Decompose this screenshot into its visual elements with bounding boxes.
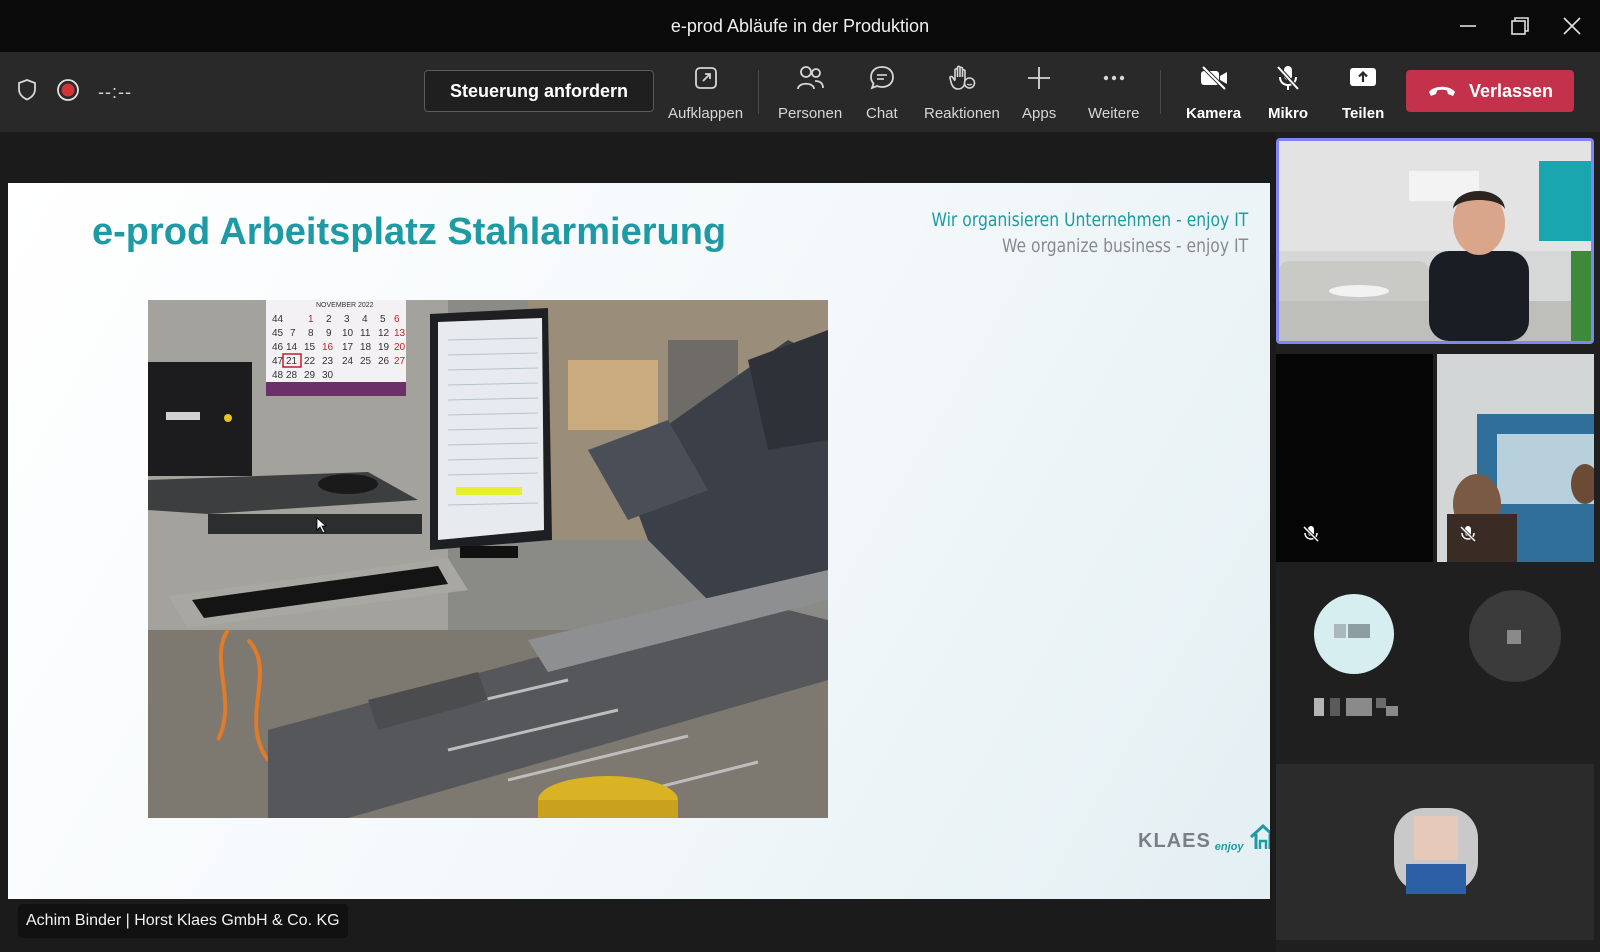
presentation-slide: e-prod Arbeitsplatz Stahlarmierung Wir o… (8, 183, 1270, 899)
svg-text:14: 14 (286, 342, 298, 353)
svg-text:21: 21 (286, 356, 298, 367)
workstation-photo: NOVEMBER 2022 44 45 46 47 48 123456 7 8 9 10 11 1… (148, 300, 828, 818)
svg-text:27: 27 (394, 356, 406, 367)
recording-icon (56, 78, 80, 107)
raise-hand-icon (949, 65, 976, 90)
klaes-logo: KLAES enjoy (1138, 823, 1270, 853)
svg-text:47: 47 (272, 356, 284, 367)
svg-text:6: 6 (394, 314, 400, 325)
svg-text:24: 24 (342, 356, 354, 367)
toolbar-divider (1160, 70, 1161, 114)
share-icon (1350, 68, 1377, 86)
house-logo-icon (1249, 823, 1270, 849)
minimize-icon[interactable] (1442, 0, 1494, 52)
participant-avatar-blurred[interactable] (1276, 582, 1433, 732)
slide-title: e-prod Arbeitsplatz Stahlarmierung (92, 211, 727, 253)
svg-text:5: 5 (380, 314, 386, 325)
presenter-name-tag: Achim Binder | Horst Klaes GmbH & Co. KG (18, 904, 348, 938)
people-icon (797, 66, 825, 90)
pop-out-icon (694, 67, 717, 89)
meeting-toolbar: --:-- Steuerung anfordern Aufklappen Per… (0, 52, 1600, 132)
svg-text:1: 1 (308, 314, 314, 325)
restore-icon[interactable] (1494, 0, 1546, 52)
svg-text:16: 16 (322, 342, 334, 353)
toolbar-divider (758, 70, 759, 114)
svg-text:2: 2 (326, 314, 332, 325)
leave-button[interactable]: Verlassen (1406, 70, 1574, 112)
leave-label: Verlassen (1468, 80, 1554, 101)
svg-text:9: 9 (326, 328, 332, 339)
svg-text:10: 10 (342, 328, 354, 339)
svg-text:45: 45 (272, 328, 284, 339)
logo-sub: enjoy (1214, 841, 1244, 853)
more-label: Weitere (1088, 105, 1140, 122)
mic-off-icon (1276, 65, 1300, 91)
people-label: Personen (778, 105, 843, 122)
svg-text:18: 18 (360, 342, 372, 353)
title-bar: e-prod Abläufe in der Produktion (0, 0, 1600, 52)
svg-text:26: 26 (378, 356, 390, 367)
svg-text:13: 13 (394, 328, 406, 339)
reactions-button[interactable]: Reaktionen (924, 64, 1000, 122)
participant-avatar-blurred[interactable] (1437, 582, 1594, 732)
svg-text:19: 19 (378, 342, 390, 353)
chat-label: Chat (866, 105, 898, 122)
svg-text:30: 30 (322, 370, 334, 381)
svg-text:25: 25 (360, 356, 372, 367)
apps-label: Apps (1022, 105, 1057, 122)
svg-text:7: 7 (290, 328, 296, 339)
shared-content-stage: e-prod Arbeitsplatz Stahlarmierung Wir o… (0, 132, 1276, 952)
svg-text:28: 28 (286, 370, 298, 381)
meeting-timer: --:-- (98, 81, 132, 102)
svg-text:22: 22 (304, 356, 316, 367)
hang-up-icon (1428, 86, 1455, 96)
svg-text:3: 3 (344, 314, 350, 325)
svg-text:29: 29 (304, 370, 316, 381)
camera-off-icon (1200, 65, 1227, 91)
reactions-label: Reaktionen (924, 105, 1000, 122)
mic-label: Mikro (1268, 105, 1309, 122)
logo-brand: KLAES (1138, 830, 1211, 852)
share-button[interactable]: Teilen (1342, 64, 1384, 122)
camera-button[interactable]: Kamera (1186, 64, 1241, 122)
share-label: Teilen (1342, 105, 1385, 122)
svg-text:17: 17 (342, 342, 354, 353)
more-icon (1103, 75, 1124, 81)
svg-text:11: 11 (360, 328, 371, 339)
camera-label: Kamera (1186, 105, 1242, 122)
more-button[interactable]: Weitere (1088, 64, 1139, 122)
svg-text:8: 8 (308, 328, 314, 339)
request-control-button[interactable]: Steuerung anfordern (424, 70, 654, 112)
svg-text:15: 15 (304, 342, 316, 353)
people-button[interactable]: Personen (778, 64, 842, 122)
pop-out-label: Aufklappen (668, 105, 744, 122)
chat-button[interactable]: Chat (866, 64, 898, 122)
svg-text:4: 4 (362, 314, 368, 325)
participant-mic-off-icon (1302, 525, 1320, 548)
svg-text:12: 12 (378, 328, 390, 339)
participant-mic-off-icon (1459, 525, 1477, 548)
svg-text:44: 44 (272, 314, 284, 325)
mic-button[interactable]: Mikro (1268, 64, 1308, 122)
active-speaker-tile[interactable] (1276, 138, 1594, 344)
svg-text:20: 20 (394, 342, 406, 353)
svg-text:46: 46 (272, 342, 284, 353)
participant-tile-bottom[interactable] (1276, 764, 1594, 940)
participants-panel (1276, 132, 1600, 952)
pop-out-button[interactable]: Aufklappen (668, 64, 743, 122)
chat-icon (869, 66, 894, 90)
slide-tagline-en: We organize business - enjoy IT (1001, 235, 1248, 257)
participant-tile-video[interactable] (1437, 354, 1594, 562)
window-title: e-prod Abläufe in der Produktion (670, 15, 930, 36)
svg-text:48: 48 (272, 370, 284, 381)
shield-icon[interactable] (16, 78, 38, 107)
plus-icon (1028, 67, 1051, 89)
apps-button[interactable]: Apps (1022, 64, 1056, 122)
svg-text:23: 23 (322, 356, 334, 367)
calendar-month-label: NOVEMBER 2022 (316, 302, 374, 309)
close-icon[interactable] (1546, 0, 1598, 52)
participant-tile-camera-off[interactable] (1276, 354, 1433, 562)
slide-tagline-de: Wir organisieren Unternehmen - enjoy IT (931, 209, 1248, 231)
meeting-status: --:-- (16, 74, 132, 110)
